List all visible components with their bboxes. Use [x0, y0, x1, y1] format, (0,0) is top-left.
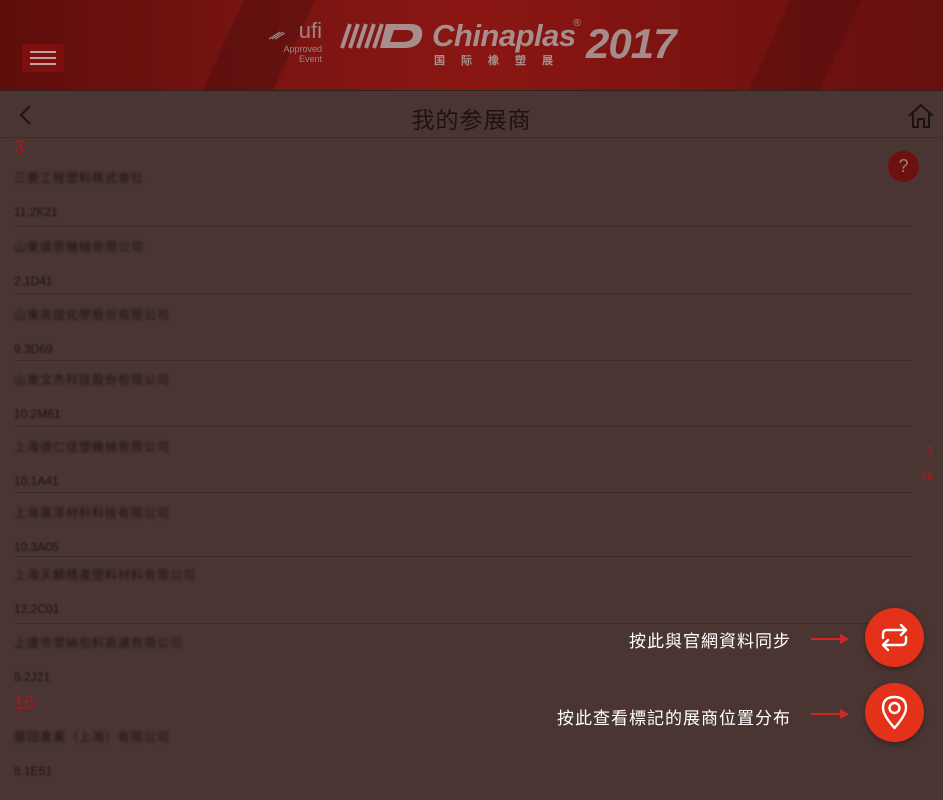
exhibitor-name: 上海德仁佳塑機械有限公司 — [14, 440, 171, 454]
row-divider — [14, 426, 912, 427]
exhibitor-name: 山東高誼化學股份有限公司 — [14, 308, 171, 322]
row-divider — [14, 492, 912, 493]
row-divider — [14, 226, 912, 227]
location-pin-icon — [881, 695, 908, 730]
booth-number: 10.3A05 — [14, 540, 59, 554]
chinaplas-logo: Chinaplas ® 2017 国际橡塑展 — [340, 16, 680, 72]
booth-number: 2.1D41 — [14, 274, 53, 288]
group-header: 16 — [14, 693, 35, 713]
ufi-sub-line1: Approved — [283, 44, 322, 54]
booth-number: 10.2M61 — [14, 407, 61, 421]
help-button[interactable]: ? — [888, 151, 919, 182]
row-divider — [14, 360, 912, 361]
ufi-subtitle: Approved Event — [283, 44, 322, 64]
booth-number: 12.2C01 — [14, 602, 60, 616]
group-header: 3 — [14, 137, 25, 157]
brand-chinese-name: 国际橡塑展 — [434, 54, 569, 67]
menu-bar — [30, 57, 56, 59]
exhibitor-name: 上海天麟精產塑料材料有限公司 — [14, 568, 197, 582]
exhibitor-name: 山東文杰科技股份有限公司 — [14, 373, 171, 387]
booth-number: 5.2J21 — [14, 670, 51, 684]
page-title: 我的参展商 — [411, 108, 532, 134]
map-hint-text: 按此查看標記的展商位置分布 — [557, 709, 791, 729]
exhibitor-name: 上虞市眾納包料高速有限公司 — [14, 636, 184, 650]
menu-bar — [30, 63, 56, 65]
hamburger-menu-button[interactable] — [22, 44, 64, 72]
index-item[interactable]: 3 — [927, 445, 933, 457]
booth-number: 9.3D69 — [14, 342, 53, 356]
app-banner: ufi Approved Event Chinaplas ® 2017 国际橡塑… — [0, 0, 943, 90]
arrow-right-icon — [811, 634, 849, 644]
row-divider — [14, 556, 912, 557]
exhibitor-name: 藤田產業（上海）有限公司 — [14, 730, 171, 744]
nav-bar: 我的参展商 — [0, 90, 943, 138]
booth-number: 11.2K21 — [14, 205, 58, 219]
exhibitor-name: 三菱工程塑料株式會社 — [14, 171, 145, 185]
row-divider — [14, 623, 912, 624]
exhibitor-name: 上海嘉洋材料科技有限公司 — [14, 506, 171, 520]
exhibitor-list: 3 三菱工程塑料株式會社 11.2K21 山東道恩機械有限公司 2.1D41 山… — [0, 137, 943, 800]
brand-year: 2017 — [586, 20, 676, 67]
brand-registered-mark: ® — [572, 18, 582, 29]
exhibitor-name: 山東道恩機械有限公司 — [14, 240, 145, 254]
booth-number: 8.1E51 — [14, 764, 53, 778]
sync-hint-text: 按此與官網資料同步 — [629, 632, 791, 652]
row-divider — [14, 293, 912, 294]
ufi-mark: ufi — [298, 18, 322, 43]
index-item[interactable]: 16 — [921, 471, 933, 483]
sync-icon — [881, 623, 908, 652]
location-map-button[interactable] — [865, 683, 924, 742]
booth-number: 10.1A41 — [14, 474, 59, 488]
arrow-right-icon — [811, 709, 849, 719]
brand-name: Chinaplas — [432, 18, 576, 53]
ufi-approved-logo: ufi Approved Event — [266, 20, 326, 66]
home-icon[interactable] — [906, 102, 936, 130]
sync-button[interactable] — [865, 608, 924, 667]
ufi-swoosh-icon — [268, 31, 286, 40]
menu-bar — [30, 51, 56, 53]
chinaplas-mark-icon — [340, 23, 423, 49]
ufi-sub-line2: Event — [298, 54, 322, 64]
